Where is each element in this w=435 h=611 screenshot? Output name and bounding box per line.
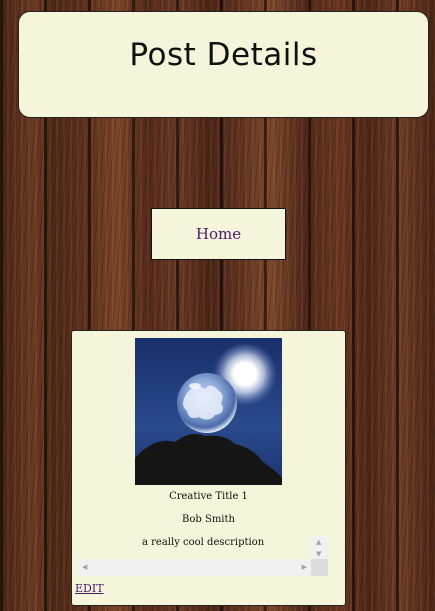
post-author: Bob Smith: [182, 514, 235, 525]
post-image: [135, 338, 282, 485]
scroll-down-icon[interactable]: ▼: [316, 551, 321, 558]
post-description-box[interactable]: a really cool description ▲ ▼ ◀ ▶: [78, 536, 328, 576]
post-description: a really cool description: [142, 537, 265, 548]
scrollbar-corner: [311, 559, 328, 576]
scroll-left-icon[interactable]: ◀: [82, 564, 87, 571]
horizontal-scrollbar[interactable]: ◀ ▶: [78, 559, 311, 576]
page-header: Post Details: [18, 11, 429, 118]
page-title: Post Details: [129, 36, 318, 73]
scroll-up-icon[interactable]: ▲: [316, 539, 321, 546]
edit-link[interactable]: EDIT: [75, 582, 104, 595]
post-title: Creative Title 1: [169, 491, 248, 502]
scroll-right-icon[interactable]: ▶: [302, 564, 307, 571]
home-button[interactable]: Home: [151, 208, 286, 260]
post-card: Creative Title 1 Bob Smith a really cool…: [71, 330, 346, 606]
